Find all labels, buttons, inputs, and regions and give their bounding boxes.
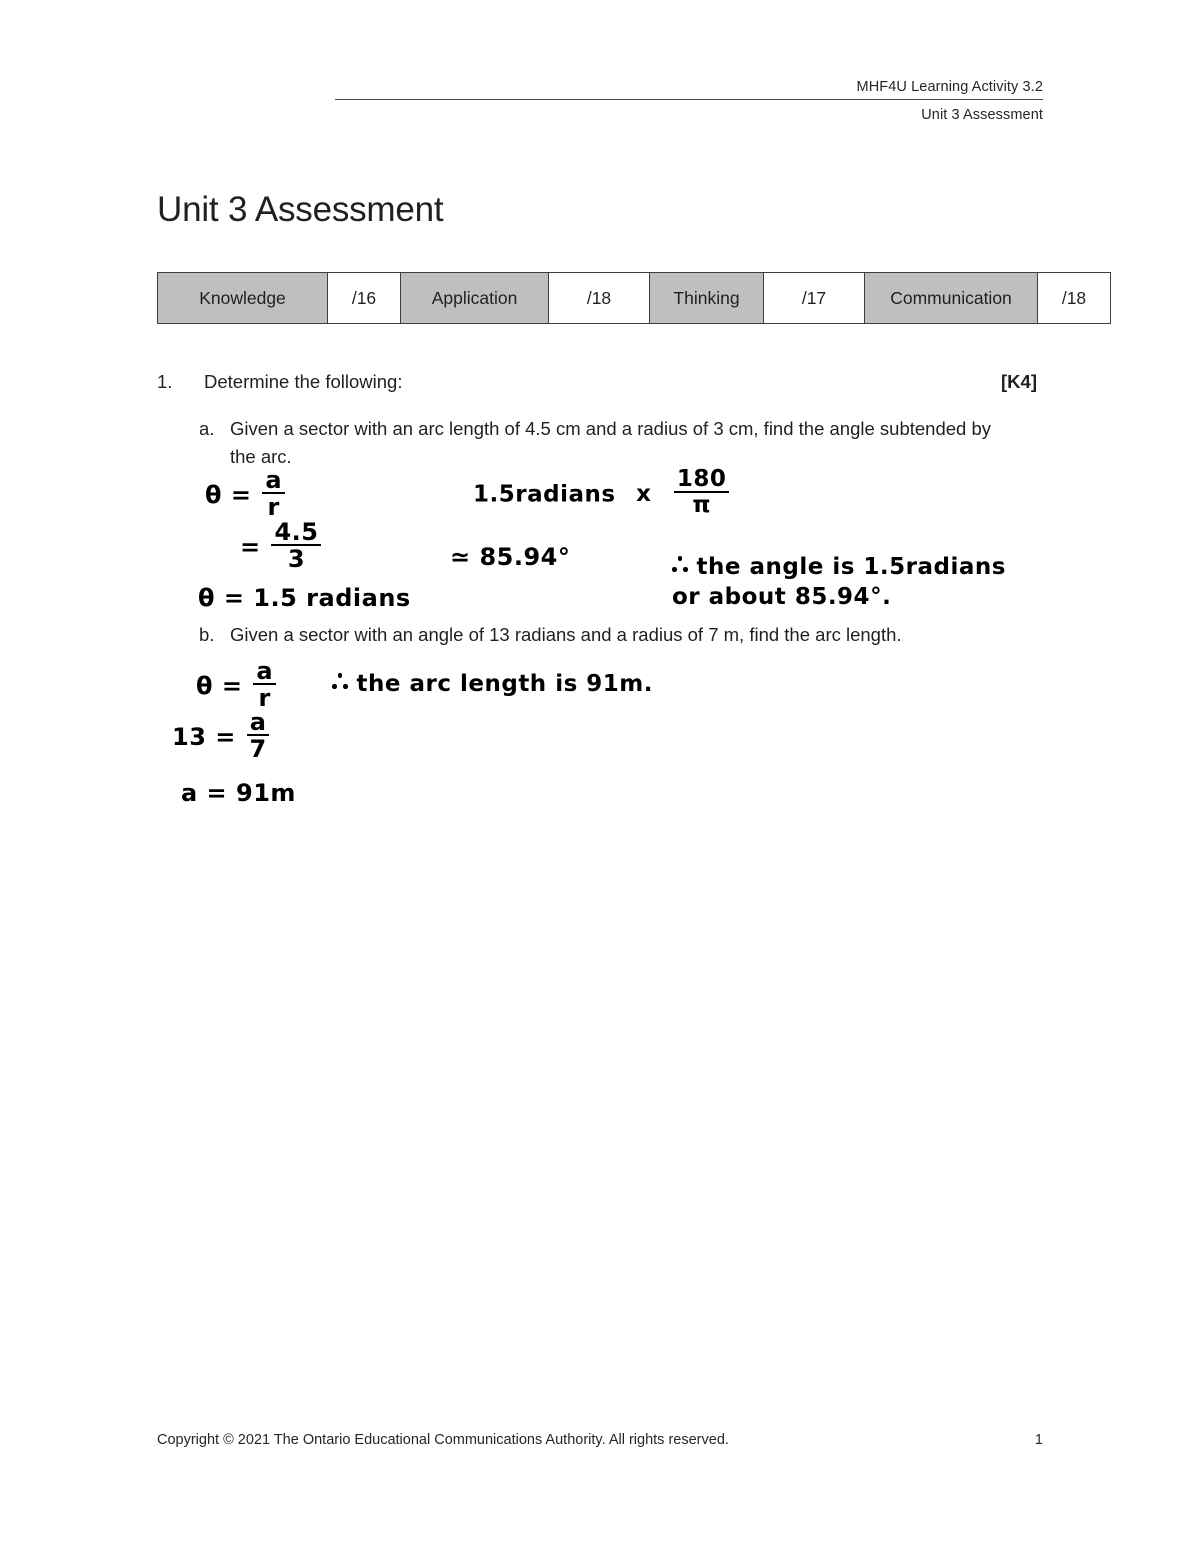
question-mark-code: [K4] [1001,371,1037,392]
therefore-icon [672,556,688,574]
handwriting-b-line2: 13 = a 7 [172,710,271,764]
part-a-text: Given a sector with an arc length of 4.5… [230,418,992,467]
category-cell-knowledge: Knowledge [157,272,328,324]
handwriting-a-conversion-fraction: 180 π [673,467,730,519]
page-number: 1 [1034,1432,1043,1448]
fraction-denominator: 7 [249,735,267,764]
question-1-part-b: b. Given a sector with an angle of 13 ra… [199,621,1039,649]
category-cell-thinking: Thinking [649,272,764,324]
part-b-label: b. [199,624,215,645]
handwriting-b-line1-fraction: a r [253,659,277,711]
question-stem: Determine the following: [204,371,403,392]
score-cell-thinking[interactable]: /17 [763,272,865,324]
document-page: MHF4U Learning Activity 3.2 Unit 3 Asses… [0,0,1200,1553]
question-number: 1. [157,371,173,392]
score-cell-knowledge[interactable]: /16 [327,272,401,324]
running-header: MHF4U Learning Activity 3.2 Unit 3 Asses… [335,78,1043,125]
fraction-numerator: a [246,710,270,737]
handwriting-b-line3: a = 91m [181,779,296,807]
handwriting-a-conversion-times: x [636,481,652,508]
handwriting-a-conclusion: the angle is 1.5radians or about 85.94°. [672,552,1022,612]
question-1-row: 1. Determine the following: [K4] [157,368,1037,395]
fraction-denominator: π [692,492,712,519]
fraction-numerator: a [262,468,286,495]
copyright-notice: Copyright © 2021 The Ontario Educational… [157,1432,729,1448]
handwriting-b-line1: θ = a r [196,659,278,713]
handwriting-a-line2: = 4.5 3 [240,520,323,574]
handwriting-a-conclusion-text: the angle is 1.5radians or about 85.94°. [672,554,1006,610]
page-title: Unit 3 Assessment [157,190,444,230]
page-footer: Copyright © 2021 The Ontario Educational… [157,1432,1043,1448]
fraction-denominator: r [267,493,280,522]
handwriting-a-line2-fraction: 4.5 3 [271,520,322,574]
handwriting-a-conversion-result: ≃ 85.94° [450,543,571,571]
header-subtitle-line: Unit 3 Assessment [921,107,1043,123]
question-1-part-a: a. Given a sector with an arc length of … [199,415,999,471]
handwriting-b-conclusion: the arc length is 91m. [332,671,653,697]
handwriting-a-conversion: 1.5radians x 180 π [473,467,731,520]
handwriting-a-conversion-lhs: 1.5radians [473,481,616,508]
category-cell-application: Application [400,272,549,324]
category-cell-communication: Communication [864,272,1038,324]
part-a-label: a. [199,418,215,439]
handwriting-a-line1: θ = a r [205,468,287,522]
part-b-text: Given a sector with an angle of 13 radia… [230,624,902,645]
score-cell-application[interactable]: /18 [548,272,650,324]
handwriting-b-line2-lhs: 13 = [172,722,236,751]
marks-table: Knowledge /16 Application /18 Thinking /… [157,272,1111,324]
handwriting-b-line2-fraction: a 7 [246,710,270,764]
fraction-denominator: 3 [287,545,306,574]
handwriting-b-conclusion-text: the arc length is 91m. [356,671,653,697]
handwriting-b-line1-lhs: θ = [196,671,243,700]
score-cell-communication[interactable]: /18 [1037,272,1111,324]
question-1: 1. Determine the following: [K4] [157,368,1037,395]
fraction-numerator: 4.5 [271,520,322,547]
fraction-numerator: a [253,659,277,686]
table-row: Knowledge /16 Application /18 Thinking /… [157,272,1111,324]
fraction-numerator: 180 [673,467,730,494]
handwriting-a-line2-lhs: = [240,532,261,561]
therefore-icon [332,673,348,691]
handwriting-a-line3: θ = 1.5 radians [198,584,411,612]
header-course-line: MHF4U Learning Activity 3.2 [856,79,1043,95]
handwriting-a-line1-fraction: a r [262,468,286,522]
handwriting-a-line1-lhs: θ = [205,480,252,509]
